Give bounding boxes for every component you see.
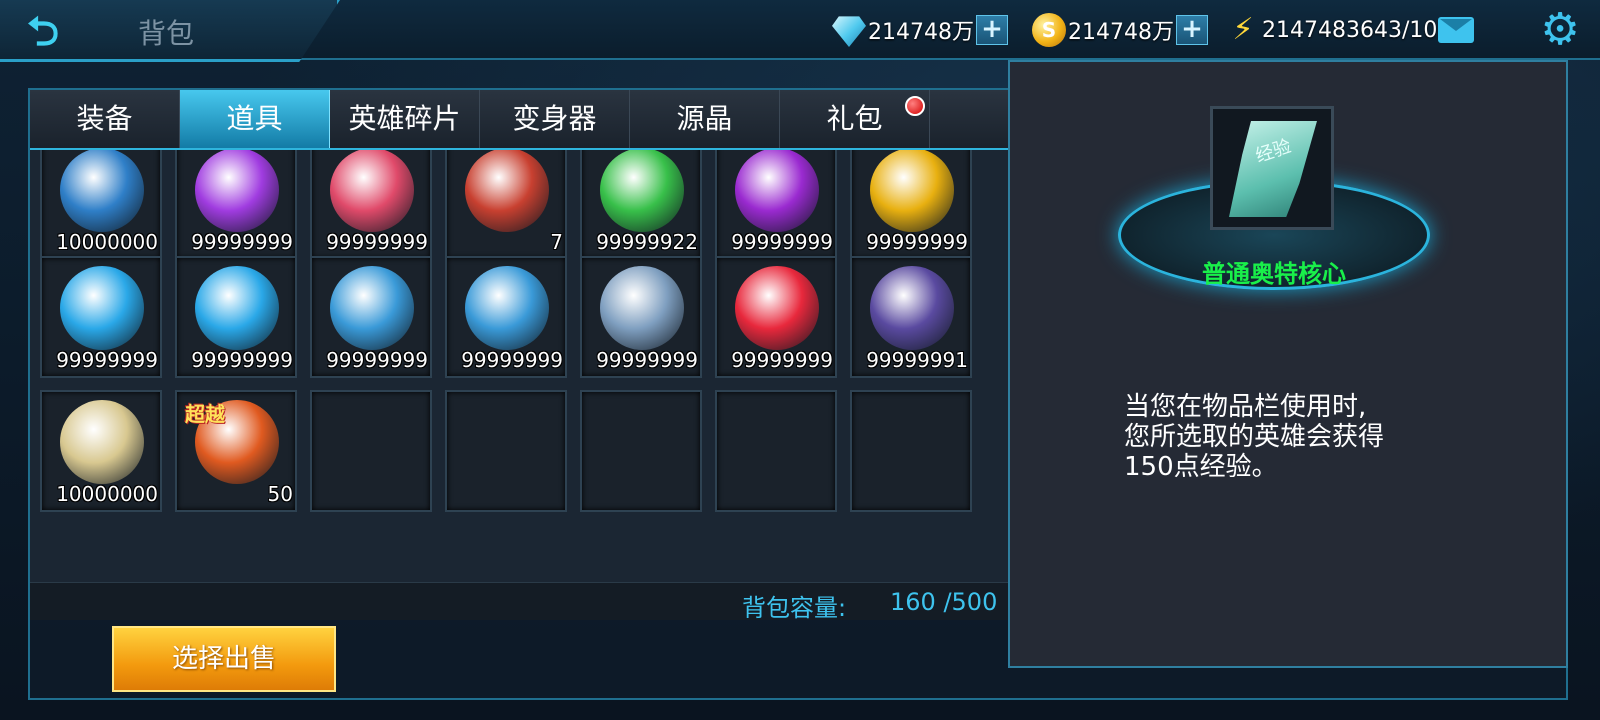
item-count: 99999999 xyxy=(191,230,293,254)
item-slot[interactable]: 99999999 xyxy=(715,150,837,260)
empty-slot[interactable] xyxy=(715,390,837,512)
tab-label: 变身器 xyxy=(512,102,597,135)
desc-line: 当您在物品栏使用时, xyxy=(1124,392,1367,422)
capacity-value: 160 /500 xyxy=(890,588,998,616)
tab-gift-pack[interactable]: 礼包 xyxy=(780,90,930,148)
mail-container xyxy=(1438,10,1474,50)
item-slot[interactable]: 99999999 xyxy=(445,256,567,378)
tab-label: 英雄碎片 xyxy=(348,102,461,135)
item-slot[interactable]: 10000000 xyxy=(40,390,162,512)
back-button[interactable]: ⮌ xyxy=(8,10,78,54)
item-count: 99999999 xyxy=(326,348,428,372)
item-slot[interactable]: 99999999 xyxy=(175,256,297,378)
light-orb-icon xyxy=(60,400,144,484)
gold-counter: S 214748万 + xyxy=(1032,10,1208,50)
item-slot[interactable]: 99999999 xyxy=(580,256,702,378)
green-gem-icon xyxy=(600,150,684,232)
item-count: 99999991 xyxy=(866,348,968,372)
item-count: 99999999 xyxy=(461,348,563,372)
gold-value: 214748万 xyxy=(1068,20,1174,45)
item-slot[interactable]: 7 xyxy=(445,150,567,260)
item-slot[interactable]: 99999999 xyxy=(310,256,432,378)
blue-core-icon xyxy=(465,266,549,350)
desc-line: 150点经验。 xyxy=(1124,452,1278,482)
dark-crystal-icon xyxy=(870,266,954,350)
tab-label: 礼包 xyxy=(826,102,883,135)
item-count: 99999999 xyxy=(866,230,968,254)
red-crystal-icon xyxy=(330,150,414,232)
item-count: 99999999 xyxy=(191,348,293,372)
tab-label: 装备 xyxy=(76,102,133,135)
item-count: 10000000 xyxy=(56,482,158,506)
empty-slot[interactable] xyxy=(445,390,567,512)
add-diamond-button[interactable]: + xyxy=(975,15,1008,45)
gold-gem-icon xyxy=(870,150,954,232)
tab-source-crystal[interactable]: 源晶 xyxy=(630,90,780,148)
empty-slot[interactable] xyxy=(310,390,432,512)
empty-slot[interactable] xyxy=(580,390,702,512)
diamond-icon xyxy=(832,16,866,47)
blue-core-icon xyxy=(60,266,144,350)
item-slot[interactable]: 99999922 xyxy=(580,150,702,260)
item-tag: 超越 xyxy=(185,402,225,426)
empty-slot[interactable] xyxy=(850,390,972,512)
item-count: 50 xyxy=(267,482,293,506)
notification-dot xyxy=(905,96,925,116)
tab-transformer[interactable]: 变身器 xyxy=(480,90,630,148)
add-gold-button[interactable]: + xyxy=(1175,15,1208,45)
tab-hero-fragments[interactable]: 英雄碎片 xyxy=(330,90,480,148)
capacity-bar: 背包容量: 160 /500 xyxy=(30,582,1008,622)
inventory-grid: 10000000 99999999 99999999 7 99999922 9999999… xyxy=(30,150,1008,582)
item-count: 99999999 xyxy=(596,348,698,372)
capacity-label: 背包容量: xyxy=(742,594,847,622)
item-name: 普通奥特核心 xyxy=(1202,260,1346,288)
item-slot[interactable]: 10000000 xyxy=(40,150,162,260)
purple-scroll-icon xyxy=(195,150,279,232)
blue-core-icon xyxy=(195,266,279,350)
blue-core-icon xyxy=(330,266,414,350)
tab-label: 道具 xyxy=(226,102,283,135)
star-badge-icon xyxy=(600,266,684,350)
item-slot[interactable]: 99999999 xyxy=(715,256,837,378)
diamond-value: 214748万 xyxy=(868,20,974,45)
item-slot[interactable]: 99999999 xyxy=(310,150,432,260)
lightning-icon: ⚡ xyxy=(1232,12,1254,47)
gold-coin-icon: S xyxy=(1032,13,1066,47)
item-slot[interactable]: 99999991 xyxy=(850,256,972,378)
desc-line: 您所选取的英雄会获得 xyxy=(1124,422,1385,452)
tab-bar: 装备 道具 英雄碎片 变身器 源晶 礼包 xyxy=(30,90,1140,150)
item-count: 99999999 xyxy=(731,230,833,254)
red-crystal-icon xyxy=(735,266,819,350)
item-count: 10000000 xyxy=(56,230,158,254)
selected-item-frame: 经验 xyxy=(1210,106,1334,230)
item-description: 当您在物品栏使用时, 您所选取的英雄会获得 150点经验。 xyxy=(1124,392,1444,482)
energy-counter: ⚡ 2147483643/100 xyxy=(1226,10,1451,50)
tab-label: 源晶 xyxy=(676,102,733,135)
gear-icon[interactable]: ⚙ xyxy=(1538,8,1582,52)
item-count: 99999999 xyxy=(326,230,428,254)
item-count: 99999999 xyxy=(56,348,158,372)
item-slot[interactable]: 99999999 xyxy=(40,256,162,378)
item-slot[interactable]: 99999999 xyxy=(175,150,297,260)
hero-fragment-icon xyxy=(465,150,549,232)
tab-items[interactable]: 道具 xyxy=(180,90,330,148)
blue-orb-icon xyxy=(60,150,144,232)
purple-gem-icon xyxy=(735,150,819,232)
energy-value: 2147483643/100 xyxy=(1262,17,1452,43)
item-slot[interactable]: 超越 50 xyxy=(175,390,297,512)
item-count: 7 xyxy=(550,230,563,254)
item-slot[interactable]: 99999999 xyxy=(850,150,972,260)
tab-equipment[interactable]: 装备 xyxy=(30,90,180,148)
mail-icon[interactable] xyxy=(1438,17,1474,43)
diamond-counter: 214748万 + xyxy=(832,10,1008,50)
select-sell-button[interactable]: 选择出售 xyxy=(112,626,336,692)
item-count: 99999999 xyxy=(731,348,833,372)
item-count: 99999922 xyxy=(596,230,698,254)
page-title: 背包 xyxy=(138,17,195,50)
